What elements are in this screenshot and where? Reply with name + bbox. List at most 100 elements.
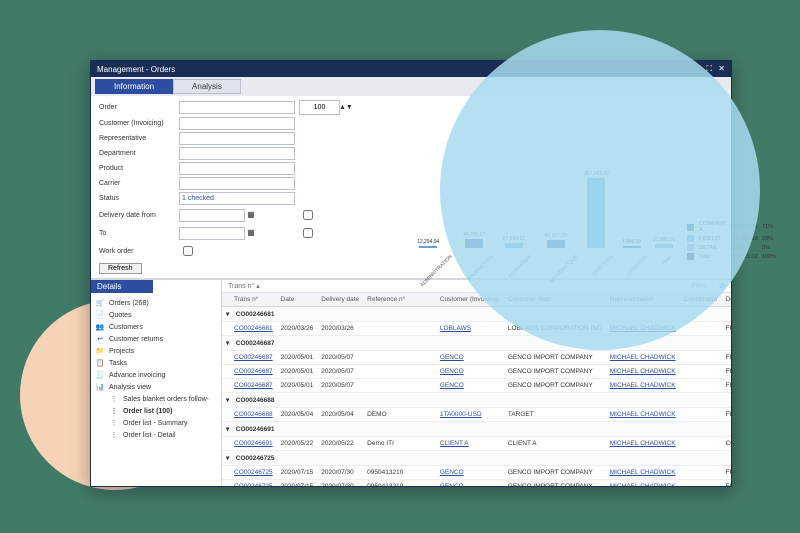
group-row[interactable]: ▾ CO00246725 — [222, 451, 731, 466]
table-row[interactable]: CO00246688 2020/05/04 2020/05/04 DEMO 1T… — [222, 408, 731, 422]
sidebar-subitem[interactable]: ⋮Sales blanket orders follow- — [109, 393, 217, 405]
report-icon: ⋮ — [109, 407, 119, 415]
sidebar-item[interactable]: 📄Quotes — [95, 309, 217, 321]
sidebar-item-label: Tasks — [109, 360, 127, 367]
workorder-label: Work order — [99, 248, 179, 255]
cell-reference: Demo ITI — [363, 437, 436, 451]
customer-input[interactable] — [179, 117, 295, 130]
sidebar: Details 🛒Orders (268)📄Quotes👥Customers↩C… — [91, 280, 222, 486]
column-header[interactable]: Trans n° — [230, 293, 277, 307]
customer-link[interactable]: GENCO — [436, 379, 504, 393]
refresh-button[interactable]: Refresh — [99, 263, 142, 274]
cell-date: 2020/07/15 — [277, 480, 318, 487]
representative-link[interactable]: MICHAEL CHADWICK — [606, 379, 680, 393]
group-row[interactable]: ▾ CO00246688 — [222, 393, 731, 408]
calendar-icon[interactable]: ▦ — [247, 210, 255, 219]
sidebar-subitem-label: Sales blanket orders follow- — [123, 396, 209, 403]
department-input[interactable] — [179, 147, 295, 160]
limit-input[interactable] — [299, 100, 340, 115]
table-row[interactable]: CO00246687 2020/05/01 2020/05/07 GENCO G… — [222, 379, 731, 393]
workorder-checkbox[interactable] — [183, 246, 193, 256]
status-select[interactable] — [179, 192, 295, 205]
representative-link[interactable]: MICHAEL CHADWICK — [606, 365, 680, 379]
customer-link[interactable]: CLIENT A — [436, 437, 504, 451]
collapse-icon[interactable]: ▾ — [226, 396, 234, 404]
customer-link[interactable]: LOBLAWS — [436, 322, 504, 336]
close-icon[interactable]: ✕ — [718, 64, 725, 73]
trans-link[interactable]: CO00246688 — [230, 408, 277, 422]
table-row[interactable]: CO00246725 2020/07/15 2020/07/30 0950413… — [222, 466, 731, 480]
trans-link[interactable]: CO00246691 — [230, 437, 277, 451]
cell-reference — [363, 351, 436, 365]
representative-link[interactable]: MICHAEL CHADWICK — [606, 437, 680, 451]
table-row[interactable]: CO00246687 2020/05/01 2020/05/07 GENCO G… — [222, 365, 731, 379]
cell-date: 2020/05/01 — [277, 351, 318, 365]
sidebar-subitem[interactable]: ⋮Order list - Summary — [109, 417, 217, 429]
delivery-to-checkbox[interactable] — [303, 228, 313, 238]
sidebar-item[interactable]: 📋Tasks — [95, 357, 217, 369]
calendar-icon[interactable]: ▦ — [247, 228, 255, 237]
trans-link[interactable]: CO00246687 — [230, 351, 277, 365]
order-input[interactable] — [179, 101, 295, 114]
sidebar-item[interactable]: 📁Projects — [95, 345, 217, 357]
cell-department: FIDELIO — [722, 322, 731, 336]
column-header[interactable] — [222, 293, 230, 307]
limit-stepper-icon[interactable]: ▲▼ — [339, 104, 379, 111]
trans-link[interactable]: CO00246725 — [230, 480, 277, 487]
column-header[interactable]: Department — [722, 293, 731, 307]
representative-label: Representative — [99, 135, 179, 142]
trans-link[interactable]: CO00246687 — [230, 379, 277, 393]
collapse-icon[interactable]: ▾ — [226, 425, 234, 433]
filter-fields: Order ▲▼ Customer (Invoicing) Representa… — [99, 100, 379, 274]
representative-link[interactable]: MICHAEL CHADWICK — [606, 408, 680, 422]
table-row[interactable]: CO00246691 2020/05/22 2020/05/22 Demo IT… — [222, 437, 731, 451]
tab-analysis[interactable]: Analysis — [173, 79, 241, 94]
sidebar-item[interactable]: 👥Customers — [95, 321, 217, 333]
representative-input[interactable] — [179, 132, 295, 145]
table-row[interactable]: CO00246687 2020/05/01 2020/05/07 GENCO G… — [222, 351, 731, 365]
sidebar-item[interactable]: 🧾Advance invoicing — [95, 369, 217, 381]
trans-link[interactable]: CO00246725 — [230, 466, 277, 480]
cell-department: FIDELIO — [722, 365, 731, 379]
group-row[interactable]: ▾ CO00246691 — [222, 422, 731, 437]
sidebar-item[interactable]: 📊Analysis view — [95, 381, 217, 393]
cell-date: 2020/05/01 — [277, 365, 318, 379]
bar — [419, 246, 437, 248]
sidebar-item[interactable]: 🛒Orders (268) — [95, 297, 217, 309]
sidebar-subitem[interactable]: ⋮Order list (100) — [109, 405, 217, 417]
cell-customer-desc: GENCO IMPORT COMPANY — [504, 379, 606, 393]
delivery-from-checkbox[interactable] — [303, 210, 313, 220]
column-header[interactable]: Reference n° — [363, 293, 436, 307]
carrier-input[interactable] — [179, 177, 295, 190]
tab-details[interactable]: Details — [91, 280, 153, 293]
representative-link[interactable]: MICHAEL CHADWICK — [606, 480, 680, 487]
column-header[interactable]: Date — [277, 293, 318, 307]
representative-link[interactable]: MICHAEL CHADWICK — [606, 351, 680, 365]
cell-reference: DEMO — [363, 408, 436, 422]
trans-link[interactable]: CO00246681 — [230, 322, 277, 336]
collapse-icon[interactable]: ▾ — [226, 454, 234, 462]
report-icon: ⋮ — [109, 431, 119, 439]
sidebar-item[interactable]: ↩Customer returns — [95, 333, 217, 345]
customer-link[interactable]: GENCO — [436, 466, 504, 480]
delivery-from-input[interactable] — [179, 209, 245, 222]
grid-sort-label[interactable]: Trans n° ▴ — [228, 282, 260, 290]
customer-link[interactable]: GENCO — [436, 365, 504, 379]
cell-reference — [363, 379, 436, 393]
collapse-icon[interactable]: ▾ — [226, 339, 234, 347]
table-row[interactable]: CO00246725 2020/07/15 2020/07/30 0950413… — [222, 480, 731, 487]
customer-link[interactable]: 1TA0000-USD — [436, 408, 504, 422]
cell-coordinator — [680, 466, 722, 480]
cell-coordinator — [680, 351, 722, 365]
column-header[interactable]: Delivery date — [317, 293, 363, 307]
sidebar-item-label: Quotes — [109, 312, 132, 319]
product-input[interactable] — [179, 162, 295, 175]
sidebar-subitem[interactable]: ⋮Order list - Detail — [109, 429, 217, 441]
delivery-to-input[interactable] — [179, 227, 245, 240]
customer-link[interactable]: GENCO — [436, 351, 504, 365]
representative-link[interactable]: MICHAEL CHADWICK — [606, 466, 680, 480]
trans-link[interactable]: CO00246687 — [230, 365, 277, 379]
customer-link[interactable]: GENCO — [436, 480, 504, 487]
tab-information[interactable]: Information — [95, 79, 173, 94]
collapse-icon[interactable]: ▾ — [226, 310, 234, 318]
